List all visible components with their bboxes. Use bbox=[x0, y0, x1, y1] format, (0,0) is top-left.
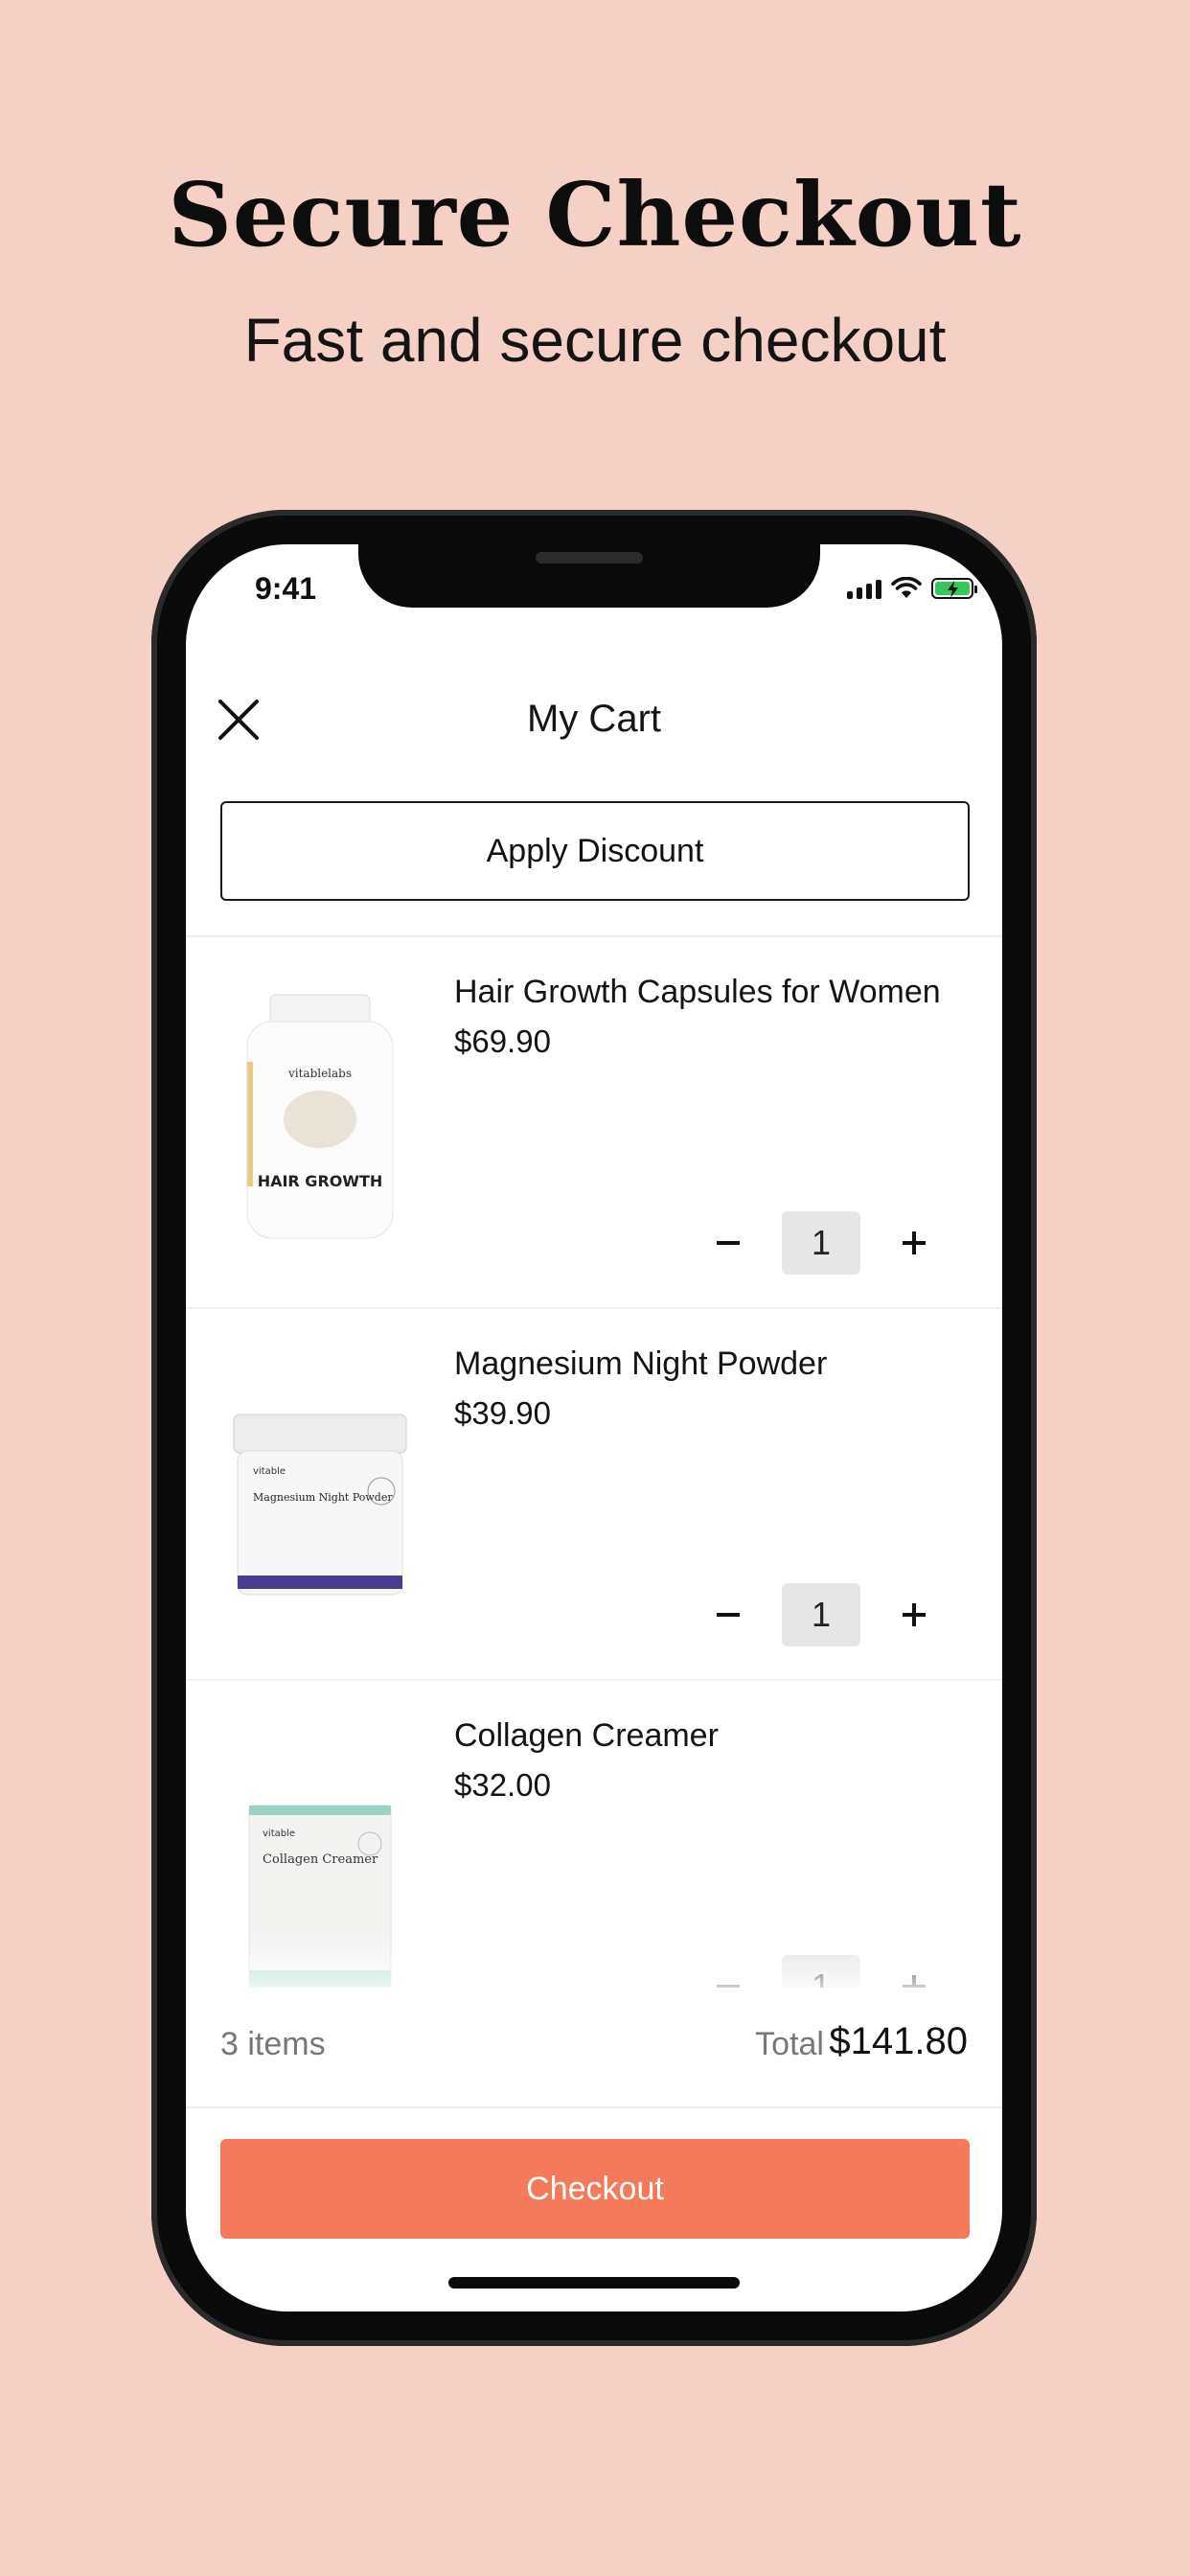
cart-summary: 3 items Total $141.80 bbox=[186, 1988, 1002, 2108]
divider bbox=[186, 2106, 1002, 2108]
total-amount: $141.80 bbox=[829, 2020, 968, 2062]
product-label-text: Collagen Creamer bbox=[263, 1852, 378, 1867]
page-subtitle: Fast and secure checkout bbox=[243, 306, 947, 375]
product-brand-text: vitablelabs bbox=[287, 1067, 352, 1080]
product-brand-text: vitable bbox=[253, 1466, 286, 1477]
product-label-text: Magnesium Night Powder bbox=[253, 1491, 393, 1504]
cart-item: vitablelabs HAIR GROWTH Hair Growth Caps… bbox=[186, 937, 1002, 1309]
item-name[interactable]: Collagen Creamer bbox=[454, 1717, 719, 1755]
product-label-text: HAIR GROWTH bbox=[258, 1172, 383, 1190]
cart-title: My Cart bbox=[527, 698, 661, 740]
quantity-value: 1 bbox=[782, 1211, 860, 1275]
speaker-grille bbox=[536, 552, 643, 564]
minus-icon bbox=[717, 1241, 740, 1245]
quantity-value: 1 bbox=[782, 1583, 860, 1646]
phone-screen: 9:41 My Cart Apply Discount vitablelabs … bbox=[186, 544, 1002, 2312]
page-title: Secure Checkout bbox=[168, 163, 1022, 266]
status-time: 9:41 bbox=[255, 571, 317, 606]
increase-button[interactable] bbox=[883, 1212, 945, 1274]
item-name[interactable]: Hair Growth Capsules for Women bbox=[454, 974, 941, 1011]
phone-notch bbox=[358, 544, 820, 608]
signal-icon bbox=[847, 578, 881, 599]
item-count: 3 items bbox=[220, 2026, 326, 2062]
item-price: $32.00 bbox=[454, 1767, 551, 1803]
plus-icon bbox=[903, 1603, 926, 1626]
checkout-button[interactable]: Checkout bbox=[220, 2139, 970, 2239]
cart-item: vitable Magnesium Night Powder Magnesium… bbox=[186, 1309, 1002, 1681]
decrease-button[interactable] bbox=[698, 1212, 759, 1274]
item-name[interactable]: Magnesium Night Powder bbox=[454, 1346, 827, 1383]
total-label: Total bbox=[755, 2026, 824, 2062]
item-price: $69.90 bbox=[454, 1024, 551, 1059]
quantity-stepper: 1 bbox=[698, 1211, 945, 1275]
plus-icon bbox=[903, 1231, 926, 1254]
increase-button[interactable] bbox=[883, 1584, 945, 1645]
status-icons bbox=[847, 577, 977, 600]
minus-icon bbox=[717, 1613, 740, 1617]
product-brand-text: vitable bbox=[263, 1828, 295, 1839]
apply-discount-label: Apply Discount bbox=[486, 832, 704, 869]
phone-frame: 9:41 My Cart Apply Discount vitablelabs … bbox=[151, 510, 1037, 2346]
product-image: vitable Magnesium Night Powder bbox=[233, 1414, 407, 1596]
home-indicator[interactable] bbox=[448, 2277, 740, 2288]
item-price: $39.90 bbox=[454, 1395, 551, 1431]
decrease-button[interactable] bbox=[698, 1584, 759, 1645]
battery-charging-icon bbox=[931, 578, 977, 599]
wifi-icon bbox=[891, 577, 922, 598]
quantity-stepper: 1 bbox=[698, 1583, 945, 1646]
cart-items-list[interactable]: vitablelabs HAIR GROWTH Hair Growth Caps… bbox=[186, 937, 1002, 1997]
checkout-label: Checkout bbox=[526, 2170, 664, 2207]
product-image: vitablelabs HAIR GROWTH bbox=[246, 994, 394, 1239]
apply-discount-button[interactable]: Apply Discount bbox=[220, 801, 970, 901]
